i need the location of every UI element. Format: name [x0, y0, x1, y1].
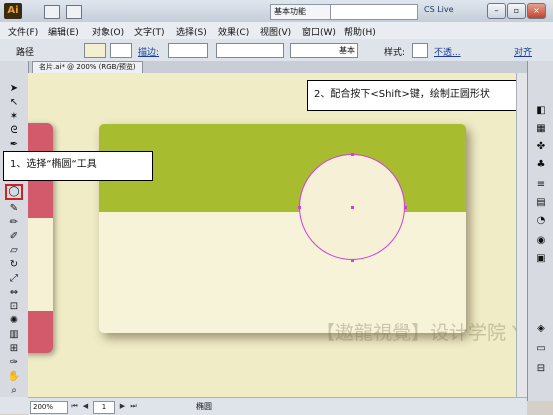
stroke-label[interactable]: 描边: — [138, 45, 159, 58]
eraser-tool-icon[interactable]: ▱ — [7, 245, 21, 257]
mesh-tool-icon[interactable]: ⊞ — [7, 343, 21, 355]
menu-view[interactable]: 视图(V) — [260, 25, 291, 38]
brush-definition-dropdown[interactable]: 基本 — [290, 43, 358, 58]
align-panel-icon[interactable]: ⊟ — [534, 363, 548, 375]
next-artboard-icon[interactable]: ▶ — [118, 402, 127, 411]
align-link[interactable]: 对齐 — [514, 45, 532, 58]
status-left-corner — [0, 397, 28, 414]
appearance-panel-icon[interactable]: ◉ — [534, 235, 548, 247]
search-input[interactable] — [330, 4, 418, 20]
rotate-tool-icon[interactable]: ↻ — [7, 259, 21, 271]
app-logo: Ai — [4, 3, 22, 19]
artboard-canvas[interactable]: 【遨龍視覺】设计学院 YY 频道 ID：80101 — [28, 73, 516, 397]
center-point — [351, 206, 354, 209]
title-bar: Ai 基本功能 CS Live – ▫ × — [0, 0, 553, 23]
fill-swatch[interactable] — [84, 43, 106, 58]
free-transform-tool-icon[interactable]: ⊡ — [7, 301, 21, 313]
menu-window[interactable]: 窗口(W) — [302, 25, 336, 38]
zoom-tool-icon[interactable]: ⌕ — [7, 385, 21, 397]
zoom-level-field[interactable]: 200% — [30, 401, 68, 414]
symbol-sprayer-tool-icon[interactable]: ✺ — [7, 315, 21, 327]
ellipse-tool-highlight — [5, 184, 23, 200]
anchor-point-right[interactable] — [404, 206, 407, 209]
variable-width-dropdown[interactable] — [216, 43, 284, 58]
pen-tool-icon[interactable]: ✒ — [7, 139, 21, 151]
layers-panel-icon[interactable]: ◈ — [534, 323, 548, 335]
menu-type[interactable]: 文字(T) — [134, 25, 165, 38]
hand-tool-icon[interactable]: ✋ — [7, 371, 21, 383]
card-green-header — [99, 124, 466, 212]
width-tool-icon[interactable]: ⇔ — [7, 287, 21, 299]
minimize-button[interactable]: – — [487, 3, 506, 19]
scale-tool-icon[interactable]: ⤢ — [7, 273, 21, 285]
magic-wand-tool-icon[interactable]: ✶ — [7, 111, 21, 123]
cs-live-button[interactable]: CS Live — [424, 5, 454, 14]
watermark-text: 【遨龍視覺】设计学院 YY 频道 ID：80101 — [316, 322, 516, 344]
style-label: 样式: — [384, 48, 406, 58]
close-button[interactable]: × — [527, 3, 546, 19]
card-pink-band-bottom — [28, 311, 53, 353]
brushes-panel-icon[interactable]: ✤ — [534, 141, 548, 153]
pencil-tool-icon[interactable]: ✏ — [7, 217, 21, 229]
swatches-panel-icon[interactable]: ▦ — [534, 123, 548, 135]
lasso-tool-icon[interactable]: ᘓ — [7, 125, 21, 137]
anchor-point-bottom[interactable] — [351, 259, 354, 262]
transparency-panel-icon[interactable]: ◔ — [534, 215, 548, 227]
symbols-panel-icon[interactable]: ♣ — [534, 159, 548, 171]
stroke-weight-input[interactable] — [168, 43, 208, 58]
arrange-documents-icon[interactable] — [66, 5, 82, 19]
workspace-switcher[interactable]: 基本功能 — [270, 4, 331, 20]
blob-brush-tool-icon[interactable]: ✐ — [7, 231, 21, 243]
gradient-panel-icon[interactable]: ▤ — [534, 197, 548, 209]
callout-step-2: 2、配合按下<Shift>键，绘制正圆形状 — [307, 80, 529, 111]
opacity-link[interactable]: 不透... — [434, 45, 461, 58]
color-panel-icon[interactable]: ◧ — [534, 105, 548, 117]
menu-file[interactable]: 文件(F) — [8, 25, 38, 38]
restore-button[interactable]: ▫ — [507, 3, 526, 19]
stroke-swatch[interactable] — [110, 43, 132, 58]
previous-artboard-icon[interactable]: ◀ — [81, 402, 90, 411]
graphic-styles-panel-icon[interactable]: ▣ — [534, 253, 548, 265]
current-tool-status: 椭圆 — [196, 402, 212, 411]
menu-effect[interactable]: 效果(C) — [218, 25, 249, 38]
business-card-front — [99, 124, 466, 333]
bridge-icon[interactable] — [44, 5, 60, 19]
selection-type-label: 路径 — [16, 48, 35, 58]
menu-edit[interactable]: 编辑(E) — [48, 25, 79, 38]
artboards-panel-icon[interactable]: ▭ — [534, 343, 548, 355]
menu-help[interactable]: 帮助(H) — [344, 25, 376, 38]
control-bar: 路径 描边: 基本 样式: 不透... 对齐 — [0, 39, 553, 62]
menu-bar: 文件(F) 编辑(E) 对象(O) 文字(T) 选择(S) 效果(C) 视图(V… — [0, 22, 553, 40]
graph-tool-icon[interactable]: ▥ — [7, 329, 21, 341]
eyedropper-tool-icon[interactable]: ✑ — [7, 357, 21, 369]
paintbrush-tool-icon[interactable]: ✎ — [7, 203, 21, 215]
panel-dock: ◧ ▦ ✤ ♣ ≡ ▤ ◔ ◉ ▣ ◈ ▭ ⊟ — [527, 61, 553, 401]
menu-object[interactable]: 对象(O) — [92, 25, 124, 38]
callout-step-1: 1、选择“椭圆“工具 — [3, 151, 153, 181]
selection-tool-icon[interactable]: ➤ — [7, 83, 21, 95]
stroke-panel-icon[interactable]: ≡ — [534, 179, 548, 191]
stroke-style-value: 基本 — [339, 46, 355, 55]
first-artboard-icon[interactable]: ⏮ — [70, 402, 79, 411]
anchor-point-left[interactable] — [298, 206, 301, 209]
graphic-style-swatch[interactable] — [412, 43, 428, 58]
artboard-number-field[interactable]: 1 — [93, 401, 115, 414]
direct-selection-tool-icon[interactable]: ↖ — [7, 97, 21, 109]
anchor-point-top[interactable] — [351, 153, 354, 156]
menu-select[interactable]: 选择(S) — [176, 25, 207, 38]
tools-panel: ➤ ↖ ✶ ᘓ ✒ T ╲ ◯ ✎ ✏ ✐ ▱ ↻ ⤢ ⇔ ⊡ ✺ ▥ ⊞ ✑ … — [0, 61, 29, 401]
last-artboard-icon[interactable]: ⏭ — [129, 402, 138, 411]
